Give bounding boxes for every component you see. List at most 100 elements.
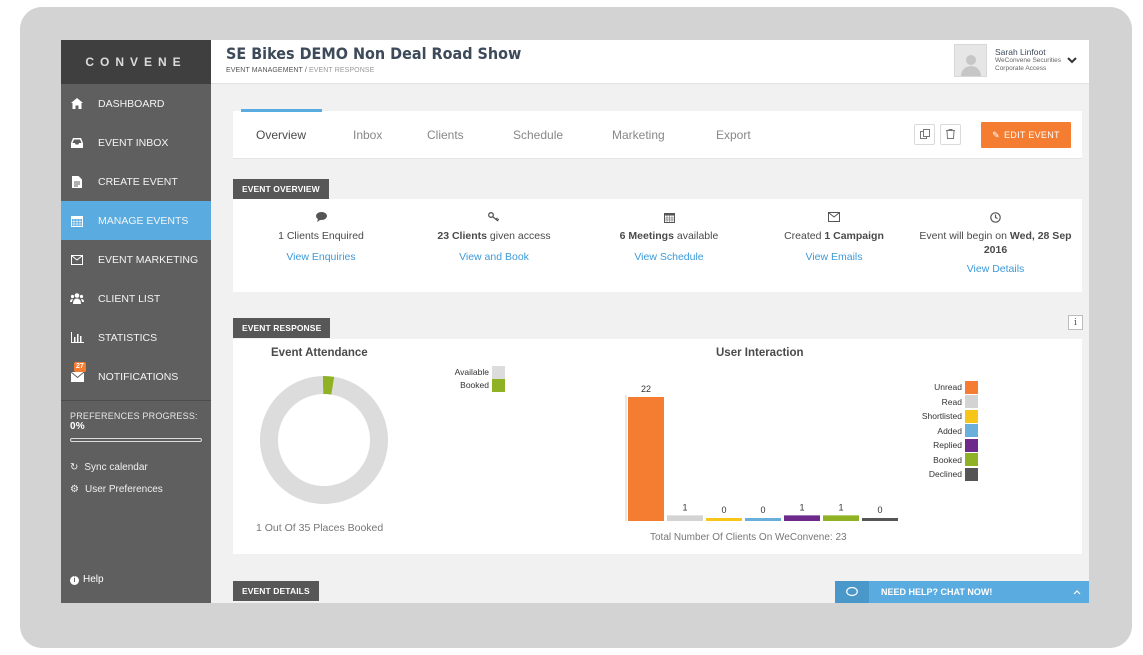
convene-logo: CONVENE (61, 40, 211, 84)
preferences-progress: PREFERENCES PROGRESS: 0% (61, 401, 211, 432)
legend-swatch (492, 365, 505, 379)
page-title: SE Bikes DEMO Non Deal Road Show (226, 44, 522, 63)
legend-label: Declined (928, 469, 962, 479)
tab-schedule[interactable]: Schedule (513, 128, 563, 142)
bar-unread (628, 397, 664, 521)
envelope-icon (759, 212, 909, 224)
legend-item-unread: Unread (888, 380, 978, 394)
delete-button[interactable] (940, 124, 961, 145)
bar-added (745, 518, 781, 521)
places-booked-text: 1 Out Of 35 Places Booked (256, 522, 384, 534)
edit-event-button[interactable]: ✎ EDIT EVENT (981, 122, 1071, 148)
tab-clients[interactable]: Clients (427, 128, 464, 142)
mail-icon: 27 (70, 361, 86, 384)
sidebar-item-manage-events[interactable]: MANAGE EVENTS (61, 201, 211, 240)
sidebar-item-notifications[interactable]: 27 NOTIFICATIONS (61, 357, 211, 396)
event-overview-label: EVENT OVERVIEW (233, 179, 329, 199)
bar-value-label: 0 (721, 505, 726, 515)
event-date-text: Event will begin on (919, 230, 1010, 242)
event-overview-card: 1 Clients Enquired View Enquiries 23 Cli… (233, 199, 1082, 292)
sidebar-item-event-marketing[interactable]: EVENT MARKETING (61, 240, 211, 279)
calendar-icon (579, 212, 759, 224)
gear-icon: ⚙ (70, 483, 79, 495)
help-link[interactable]: i Help (70, 574, 104, 585)
edit-event-label: EDIT EVENT (1003, 130, 1060, 140)
chat-label: NEED HELP? CHAT NOW! (881, 587, 993, 597)
sync-calendar-link[interactable]: ↻ Sync calendar (61, 456, 211, 478)
legend-item-replied: Replied (888, 438, 978, 452)
breadcrumb: EVENT MANAGEMENT / EVENT RESPONSE (226, 67, 374, 74)
legend-item-booked: Booked (888, 453, 978, 467)
calendar-icon (70, 214, 84, 228)
overview-event-date: Event will begin on Wed, 28 Sep 2016 Vie… (913, 199, 1078, 275)
copy-icon (919, 128, 930, 141)
sidebar-item-label: CLIENT LIST (98, 292, 161, 305)
bar-value-label: 22 (641, 384, 651, 394)
legend-item-read: Read (888, 395, 978, 409)
sidebar-item-client-list[interactable]: CLIENT LIST (61, 279, 211, 318)
view-details-link[interactable]: View Details (913, 263, 1078, 275)
user-company: WeConvene Securities (995, 57, 1061, 64)
breadcrumb-root[interactable]: EVENT MANAGEMENT / (226, 67, 307, 74)
meetings-count: 6 Meetings (619, 230, 674, 242)
legend-swatch (965, 453, 978, 466)
view-emails-link[interactable]: View Emails (759, 251, 909, 263)
campaign-count: 1 Campaign (824, 230, 884, 242)
event-details-label: EVENT DETAILS (233, 581, 319, 601)
attendance-chart-title: Event Attendance (271, 347, 368, 359)
bar-value-label: 1 (799, 502, 804, 512)
bar-read (667, 515, 703, 521)
sidebar: CONVENE DASHBOARD EVENT INBOX CREATE EVE… (61, 40, 211, 603)
info-button[interactable]: i (1068, 315, 1083, 330)
envelope-icon (70, 253, 84, 267)
user-role: Corporate Access (995, 65, 1047, 72)
legend-label: Added (937, 425, 962, 436)
legend-label: Replied (933, 440, 962, 450)
tab-overview[interactable]: Overview (256, 128, 306, 142)
sidebar-item-label: EVENT MARKETING (98, 253, 199, 266)
tab-marketing[interactable]: Marketing (612, 128, 665, 142)
access-count: 23 Clients (437, 230, 487, 242)
legend-swatch (965, 409, 978, 423)
copy-button[interactable] (914, 124, 935, 145)
meetings-text: available (673, 230, 719, 242)
comment-icon (233, 212, 409, 224)
legend-label: Available (454, 367, 489, 377)
chat-widget[interactable]: NEED HELP? CHAT NOW! (835, 581, 1089, 603)
preferences-progress-value: 0% (70, 421, 85, 432)
edit-icon: ✎ (992, 129, 1000, 140)
event-response-card: Event Attendance User Interaction Availa… (233, 339, 1082, 554)
tab-export[interactable]: Export (716, 128, 751, 142)
legend-label: Booked (460, 380, 489, 390)
user-preferences-link[interactable]: ⚙ User Preferences (61, 478, 211, 500)
legend-swatch (965, 380, 978, 394)
clock-icon (913, 212, 1078, 224)
avatar (954, 44, 987, 77)
notification-badge: 27 (74, 361, 86, 372)
bar-value-label: 0 (760, 505, 765, 515)
home-icon (70, 97, 84, 111)
sidebar-item-statistics[interactable]: STATISTICS (61, 318, 211, 357)
sidebar-item-event-inbox[interactable]: EVENT INBOX (61, 123, 211, 162)
view-enquiries-link[interactable]: View Enquiries (233, 251, 409, 263)
tab-inbox[interactable]: Inbox (353, 128, 382, 142)
event-tabs: Overview Inbox Clients Schedule Marketin… (233, 109, 1082, 159)
sidebar-item-dashboard[interactable]: DASHBOARD (61, 84, 211, 123)
sidebar-item-label: MANAGE EVENTS (98, 214, 189, 227)
campaign-text: Created (784, 230, 825, 242)
bar-replied (784, 515, 820, 521)
sidebar-item-create-event[interactable]: CREATE EVENT (61, 162, 211, 201)
view-schedule-link[interactable]: View Schedule (579, 251, 759, 263)
user-menu[interactable]: Sarah Linfoot WeConvene Securities Corpo… (954, 44, 1077, 77)
enquiries-text: 1 Clients Enquired (278, 230, 364, 242)
breadcrumb-current: EVENT RESPONSE (308, 67, 375, 74)
sidebar-item-label: CREATE EVENT (98, 175, 178, 188)
file-icon (70, 175, 84, 189)
bar-value-label: 0 (877, 505, 882, 515)
legend-item-booked: Booked (423, 378, 505, 392)
overview-campaigns: Created 1 Campaign View Emails (759, 199, 909, 263)
view-and-book-link[interactable]: View and Book (409, 251, 579, 263)
chat-bubble-icon (835, 581, 869, 603)
legend-item-shortlisted: Shortlisted (888, 409, 978, 423)
legend-item-declined: Declined (888, 467, 978, 481)
